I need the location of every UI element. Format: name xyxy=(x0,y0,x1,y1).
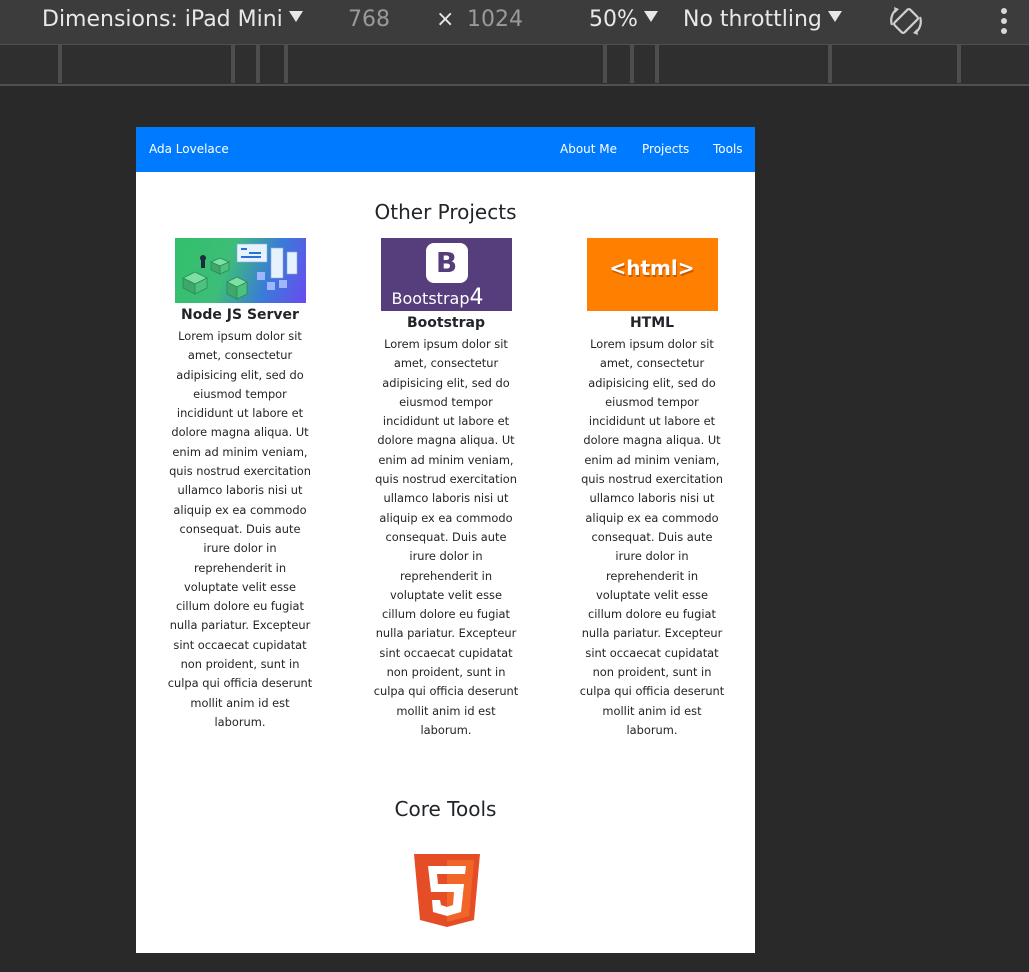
throttling-label: No throttling xyxy=(683,7,822,32)
isometric-illustration xyxy=(181,243,297,300)
media-query-marker[interactable] xyxy=(284,45,288,83)
throttling-dropdown[interactable]: No throttling xyxy=(683,0,842,44)
more-options-kebab-icon[interactable] xyxy=(996,6,1012,36)
projects-section-title: Other Projects xyxy=(374,200,517,224)
project-card-node-js: Node JS Server Lorem ipsum dolor sit ame… xyxy=(165,238,315,732)
device-dimensions-label: Dimensions: iPad Mini xyxy=(42,7,283,32)
zoom-label: 50% xyxy=(589,7,638,32)
bootstrap-logo-text: Bootstrap xyxy=(391,289,470,308)
rotate-button[interactable] xyxy=(886,0,926,44)
html5-logo-icon xyxy=(414,854,480,927)
project-card-html: <html> HTML Lorem ipsum dolor sit amet, … xyxy=(577,238,727,740)
bootstrap-4-logo: B Bootstrap4 xyxy=(380,238,512,311)
nav-link-about-me[interactable]: About Me xyxy=(560,142,617,156)
nav-link-tools[interactable]: Tools xyxy=(713,142,743,156)
project-card-title: Node JS Server xyxy=(181,307,299,323)
tools-section-title: Core Tools xyxy=(394,797,497,821)
media-query-marker[interactable] xyxy=(655,45,659,83)
project-card-text: Lorem ipsum dolor sit amet, consectetur … xyxy=(373,337,519,737)
project-card-title: Bootstrap xyxy=(407,315,485,331)
navbar-brand-link[interactable]: Ada Lovelace xyxy=(149,142,229,156)
nav-link-projects[interactable]: Projects xyxy=(642,142,689,156)
bootstrap-logo-wordmark: Bootstrap4 xyxy=(392,285,484,310)
device-width-field-wrap xyxy=(348,0,428,44)
device-height-field-wrap xyxy=(467,0,547,44)
html-tag-image: <html> xyxy=(586,238,718,311)
chevron-down-icon xyxy=(288,11,303,22)
project-card-title: HTML xyxy=(629,315,675,331)
project-card-text: Lorem ipsum dolor sit amet, consectetur … xyxy=(579,337,725,737)
chevron-down-icon xyxy=(827,11,842,22)
device-dimensions-dropdown[interactable]: Dimensions: iPad Mini xyxy=(42,0,303,44)
times-icon: × xyxy=(436,7,455,32)
project-card-bootstrap: B Bootstrap4 Bootstrap Lorem ipsum dolor… xyxy=(371,238,521,740)
media-query-marker[interactable] xyxy=(58,45,62,83)
device-viewport: Ada Lovelace About Me Projects Tools Oth… xyxy=(136,127,755,953)
rotate-icon xyxy=(890,7,922,35)
times-symbol: × xyxy=(436,0,454,44)
media-query-bar xyxy=(0,44,1029,86)
media-query-marker[interactable] xyxy=(957,45,961,83)
html-tag-text: <html> xyxy=(609,256,695,280)
media-query-marker[interactable] xyxy=(231,45,235,83)
project-card-text: Lorem ipsum dolor sit amet, consectetur … xyxy=(167,329,313,729)
media-query-marker[interactable] xyxy=(630,45,634,83)
device-height-input[interactable] xyxy=(467,7,547,32)
media-query-marker[interactable] xyxy=(828,45,832,83)
bootstrap-b-icon: B xyxy=(425,243,468,283)
site-navbar: Ada Lovelace About Me Projects Tools xyxy=(136,127,755,172)
devtools-device-toolbar: Dimensions: iPad Mini × 50% No throttlin… xyxy=(0,0,1029,44)
device-width-input[interactable] xyxy=(348,7,428,32)
node-js-server-image xyxy=(174,238,306,303)
chevron-down-icon xyxy=(643,11,658,22)
media-query-marker[interactable] xyxy=(256,45,260,83)
zoom-dropdown[interactable]: 50% xyxy=(589,0,658,44)
bootstrap-logo-version: 4 xyxy=(469,285,484,310)
media-query-marker[interactable] xyxy=(603,45,607,83)
